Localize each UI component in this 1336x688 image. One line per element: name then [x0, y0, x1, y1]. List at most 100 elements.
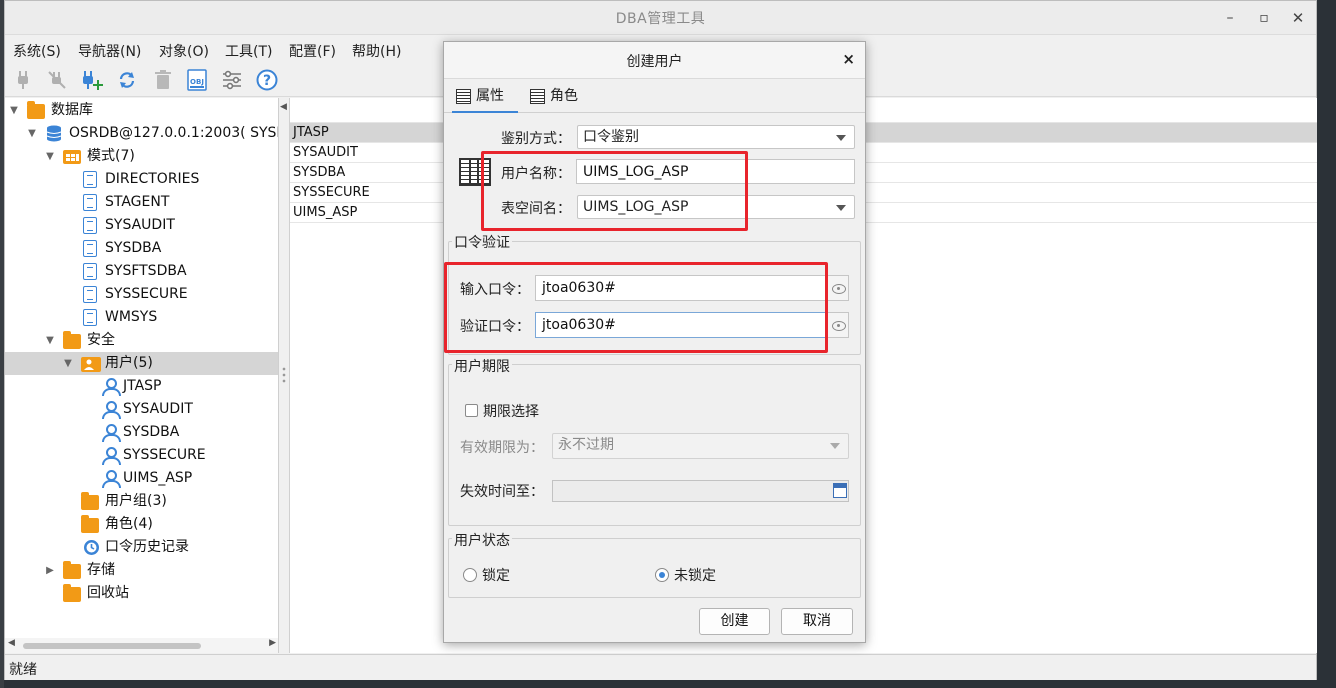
collapse-arrow-icon[interactable]: ▼ [44, 145, 56, 168]
tree-label: UIMS_ASP [123, 470, 193, 486]
tree-node-schema[interactable]: SYSDBA [5, 237, 278, 260]
scroll-right-icon[interactable]: ▶ [269, 638, 276, 648]
tree-node-schema[interactable]: SYSFTSDBA [5, 260, 278, 283]
tree-node-schema[interactable]: DIRECTORIES [5, 168, 278, 191]
tab-properties[interactable]: 属性 [452, 80, 518, 113]
tree-node-password-history[interactable]: 口令历史记录 [5, 536, 278, 559]
user-table-icon [459, 158, 491, 186]
tablespace-select[interactable]: UIMS_LOG_ASP [577, 195, 855, 219]
create-user-dialog: 创建用户 × 属性 角色 鉴别方式： 口令鉴别 用户名称： UIMS_LOG_A… [443, 41, 866, 643]
panel-splitter[interactable]: ◀ [279, 98, 289, 653]
database-icon [45, 125, 63, 142]
tree-node-schema[interactable]: STAGENT [5, 191, 278, 214]
tree-node-database[interactable]: ▼ 数据库 [5, 99, 278, 122]
collapse-arrow-icon[interactable]: ▼ [62, 352, 74, 375]
tree-node-security[interactable]: ▼ 安全 [5, 329, 278, 352]
schema-doc-icon [83, 171, 97, 188]
delete-icon[interactable] [151, 68, 175, 92]
tree-node-user[interactable]: SYSSECURE [5, 444, 278, 467]
confirm-password-label: 验证口令： [460, 319, 530, 335]
tree-label: 用户组(3) [105, 493, 167, 509]
chevron-down-icon [836, 135, 846, 141]
auth-method-label: 鉴别方式： [501, 131, 571, 147]
window-title: DBA管理工具 [615, 11, 706, 27]
collapse-arrow-icon[interactable]: ▼ [44, 329, 56, 352]
auth-method-select[interactable]: 口令鉴别 [577, 125, 855, 149]
help-icon[interactable]: ? [255, 68, 279, 92]
schema-doc-icon [83, 194, 97, 211]
scroll-left-icon[interactable]: ◀ [8, 638, 15, 648]
menu-object[interactable]: 对象(O) [159, 41, 209, 61]
schema-doc-icon [83, 286, 97, 303]
tab-roles[interactable]: 角色 [526, 80, 586, 113]
minimize-button[interactable]: – [1219, 7, 1241, 29]
object-icon[interactable]: OBJ [185, 68, 209, 92]
collapse-arrow-icon[interactable]: ▼ [8, 99, 20, 122]
tree-node-roles[interactable]: 角色(4) [5, 513, 278, 536]
dialog-tabs: 属性 角色 [444, 80, 865, 113]
tree-node-user-groups[interactable]: 用户组(3) [5, 490, 278, 513]
tree-node-schemas[interactable]: ▼ 模式(7) [5, 145, 278, 168]
dialog-title-bar: 创建用户 × [444, 42, 865, 79]
tree-node-users[interactable]: ▼ 用户(5) [5, 352, 278, 375]
tree-node-user[interactable]: UIMS_ASP [5, 467, 278, 490]
create-button[interactable]: 创建 [699, 608, 770, 635]
tree-label: 角色(4) [105, 516, 153, 532]
tree-horizontal-scrollbar[interactable]: ◀ ▶ [5, 638, 278, 653]
locked-radio[interactable] [463, 568, 477, 582]
menu-config[interactable]: 配置(F) [289, 41, 336, 61]
calendar-icon[interactable] [833, 483, 847, 498]
unlocked-radio[interactable] [655, 568, 669, 582]
locked-label: 锁定 [482, 568, 510, 584]
expand-arrow-icon[interactable]: ▶ [44, 559, 56, 582]
expire-at-input[interactable] [552, 480, 849, 502]
new-connection-icon[interactable] [80, 68, 104, 92]
drag-handle-icon[interactable] [282, 366, 286, 384]
password-input[interactable]: jtoa0630# [535, 275, 827, 301]
user-icon [101, 447, 121, 465]
menu-navigator[interactable]: 导航器(N) [78, 41, 141, 61]
tree-node-user[interactable]: JTASP [5, 375, 278, 398]
dialog-close-button[interactable]: × [842, 50, 855, 68]
confirm-password-input[interactable]: jtoa0630# [535, 312, 827, 338]
auth-method-value: 口令鉴别 [583, 129, 639, 145]
folder-icon [81, 515, 99, 533]
status-group-title: 用户状态 [452, 530, 512, 550]
filter-icon[interactable] [220, 68, 244, 92]
valid-period-value: 永不过期 [558, 437, 614, 453]
chevron-down-icon [836, 205, 846, 211]
menu-help[interactable]: 帮助(H) [352, 41, 401, 61]
tree-node-user[interactable]: SYSAUDIT [5, 398, 278, 421]
expiry-checkbox[interactable] [465, 404, 478, 417]
tree-node-connection[interactable]: ▼ OSRDB@127.0.0.1:2003( SYSDBA) [5, 122, 278, 145]
tree-node-recycle-bin[interactable]: 回收站 [5, 582, 278, 605]
connect-icon[interactable] [11, 68, 35, 92]
collapse-arrow-icon[interactable]: ▼ [26, 122, 38, 145]
refresh-icon[interactable] [115, 68, 139, 92]
show-confirm-password-icon[interactable] [827, 312, 849, 338]
valid-period-select[interactable]: 永不过期 [552, 433, 849, 459]
folder-icon [81, 492, 99, 510]
disconnect-icon[interactable] [45, 68, 69, 92]
tree-node-storage[interactable]: ▶ 存储 [5, 559, 278, 582]
collapse-left-icon[interactable]: ◀ [280, 102, 287, 112]
tree-node-schema[interactable]: WMSYS [5, 306, 278, 329]
show-password-icon[interactable] [827, 275, 849, 301]
menu-system[interactable]: 系统(S) [13, 41, 61, 61]
scroll-thumb[interactable] [23, 643, 201, 649]
expiry-group-title: 用户期限 [452, 356, 512, 376]
tree-node-schema[interactable]: SYSSECURE [5, 283, 278, 306]
username-value: UIMS_LOG_ASP [583, 164, 689, 180]
username-input[interactable]: UIMS_LOG_ASP [576, 159, 855, 184]
tree-label: 用户(5) [105, 355, 153, 371]
dialog-title: 创建用户 [626, 54, 683, 70]
tree-node-schema[interactable]: SYSAUDIT [5, 214, 278, 237]
tree-node-user[interactable]: SYSDBA [5, 421, 278, 444]
unlocked-label: 未锁定 [674, 568, 716, 584]
close-window-button[interactable]: ✕ [1287, 7, 1309, 29]
chevron-down-icon [830, 443, 840, 449]
cancel-button[interactable]: 取消 [781, 608, 853, 635]
menu-tools[interactable]: 工具(T) [225, 41, 272, 61]
maximize-button[interactable]: ▫ [1253, 7, 1275, 29]
password-group-title: 口令验证 [452, 232, 512, 252]
